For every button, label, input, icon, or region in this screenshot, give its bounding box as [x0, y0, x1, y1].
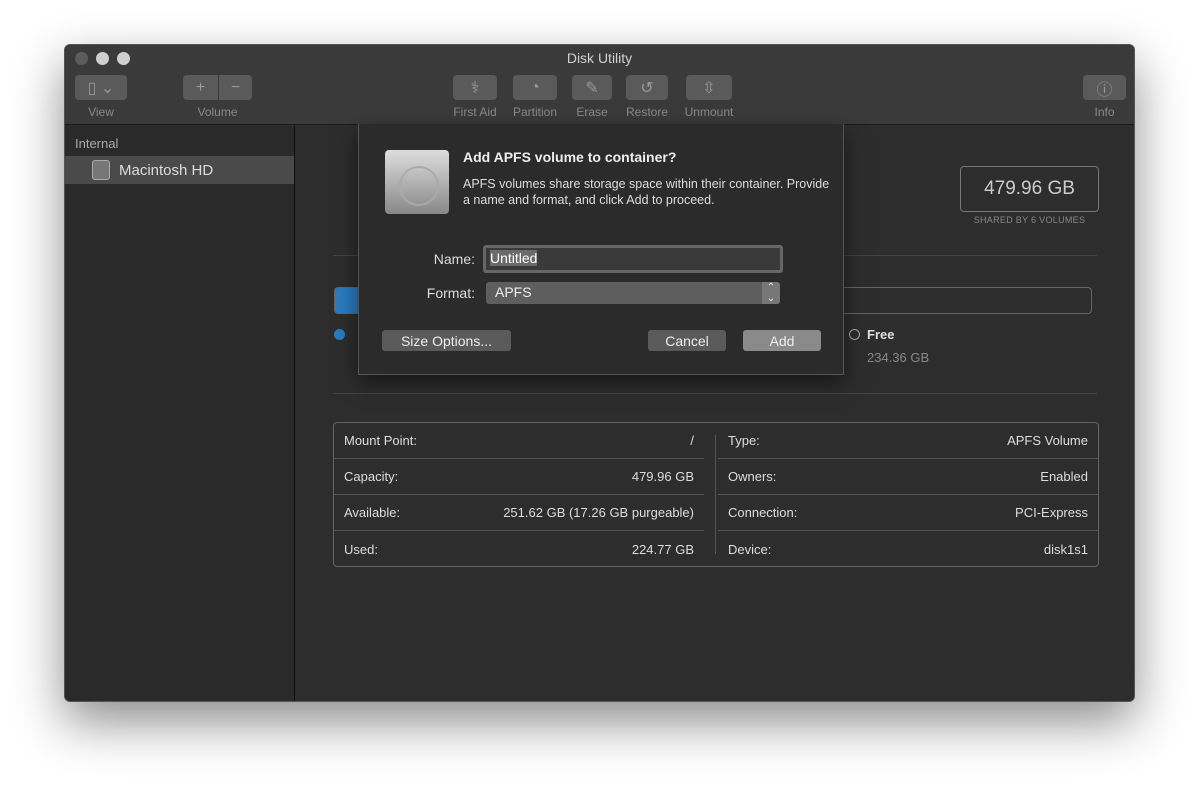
free-value: 234.36 GB: [867, 350, 930, 365]
info-key: Used:: [344, 541, 378, 557]
info-value: 251.62 GB (17.26 GB purgeable): [503, 505, 694, 520]
info-left-column: Mount Point: / Capacity: 479.96 GB Availab…: [334, 423, 704, 567]
format-value: APFS: [495, 284, 532, 300]
column-divider: [715, 435, 716, 554]
info-row: Capacity: 479.96 GB: [334, 459, 704, 495]
name-input-value: Untitled: [490, 250, 538, 266]
name-input[interactable]: Untitled: [483, 245, 783, 273]
info-key: Owners:: [728, 469, 777, 484]
remove-volume-button[interactable]: −: [219, 75, 252, 100]
info-row: Owners: Enabled: [718, 459, 1098, 495]
info-value: APFS Volume: [1007, 433, 1088, 448]
stepper-chevrons-icon: ⌃ ⌄: [762, 282, 780, 304]
pie-icon: ◔: [530, 78, 540, 96]
used-legend-dot: [334, 329, 345, 340]
view-label: View: [88, 105, 114, 119]
volume-label: Volume: [197, 105, 238, 119]
info-value: /: [690, 433, 694, 448]
info-value: PCI-Express: [1015, 505, 1088, 520]
minus-icon: −: [230, 78, 241, 96]
eject-icon: ⇳: [702, 79, 716, 97]
sidebar: Internal Macintosh HD: [65, 126, 295, 701]
sidebar-icon: ▯ ⌄: [87, 79, 115, 97]
sidebar-item-label: Macintosh HD: [119, 161, 214, 179]
info-label: Info: [1094, 105, 1115, 119]
stethoscope-icon: ⚕: [470, 79, 480, 97]
add-button[interactable]: Add: [743, 330, 821, 351]
info-table: Mount Point: / Capacity: 479.96 GB Availab…: [333, 422, 1099, 567]
add-volume-button[interactable]: +: [183, 75, 218, 100]
partition-button[interactable]: ◔: [513, 75, 557, 100]
restore-label: Restore: [625, 105, 669, 119]
info-key: Available:: [344, 505, 401, 520]
info-value: disk1s1: [1043, 541, 1088, 557]
toolbar: Disk Utility ▯ ⌄ View + − Volume ⚕ First…: [65, 45, 1134, 125]
info-row: Mount Point: /: [334, 423, 704, 459]
name-label: Name:: [433, 251, 475, 267]
info-icon: ⓘ: [1096, 81, 1113, 99]
dialog-message: APFS volumes share storage space within …: [463, 177, 830, 207]
disk-icon: [92, 160, 110, 180]
free-legend-dot: [849, 329, 860, 340]
partition-label: Partition: [512, 105, 558, 119]
info-row: Available: 251.62 GB (17.26 GB purgeable): [334, 495, 704, 531]
plus-icon: +: [195, 78, 206, 96]
erase-icon: ✎: [585, 79, 599, 97]
info-right-column: Type: APFS Volume Owners: Enabled Connecti…: [718, 423, 1098, 567]
size-options-button[interactable]: Size Options...: [382, 330, 511, 351]
capacity-value: 479.96 GB: [960, 166, 1099, 212]
cancel-button[interactable]: Cancel: [648, 330, 726, 351]
sidebar-section-internal: Internal: [75, 136, 119, 151]
unmount-button[interactable]: ⇳: [686, 75, 732, 100]
shared-label: SHARED BY 6 VOLUMES: [973, 215, 1086, 225]
window-title: Disk Utility: [566, 50, 633, 66]
info-key: Type:: [728, 433, 760, 448]
erase-label: Erase: [576, 105, 608, 119]
unmount-label: Unmount: [684, 105, 734, 119]
restore-icon: ↺: [640, 79, 654, 97]
info-key: Capacity:: [344, 469, 399, 484]
dialog-title: Add APFS volume to container?: [463, 149, 677, 165]
erase-button[interactable]: ✎: [572, 75, 612, 100]
add-volume-dialog: Add APFS volume to container? APFS volum…: [358, 124, 844, 375]
restore-button[interactable]: ↺: [626, 75, 668, 100]
info-row: Device: disk1s1: [718, 531, 1098, 567]
free-label: Free: [867, 327, 895, 342]
info-key: Mount Point:: [344, 433, 417, 448]
divider: [333, 393, 1097, 394]
info-row: Used: 224.77 GB: [334, 531, 704, 567]
hard-drive-icon: [385, 150, 449, 214]
format-label: Format:: [426, 285, 475, 301]
info-button[interactable]: ⓘ: [1083, 75, 1126, 100]
first-aid-label: First Aid: [453, 105, 497, 119]
info-key: Connection:: [728, 505, 798, 520]
info-row: Type: APFS Volume: [718, 423, 1098, 459]
info-value: 479.96 GB: [631, 469, 694, 484]
view-button[interactable]: ▯ ⌄: [75, 75, 127, 100]
first-aid-button[interactable]: ⚕: [453, 75, 497, 100]
info-value: 224.77 GB: [631, 541, 694, 557]
info-value: Enabled: [1040, 469, 1088, 484]
info-key: Device:: [728, 541, 772, 557]
sidebar-item-macintosh-hd[interactable]: Macintosh HD: [65, 156, 294, 184]
format-select[interactable]: APFS ⌃ ⌄: [486, 282, 780, 304]
info-row: Connection: PCI-Express: [718, 495, 1098, 531]
